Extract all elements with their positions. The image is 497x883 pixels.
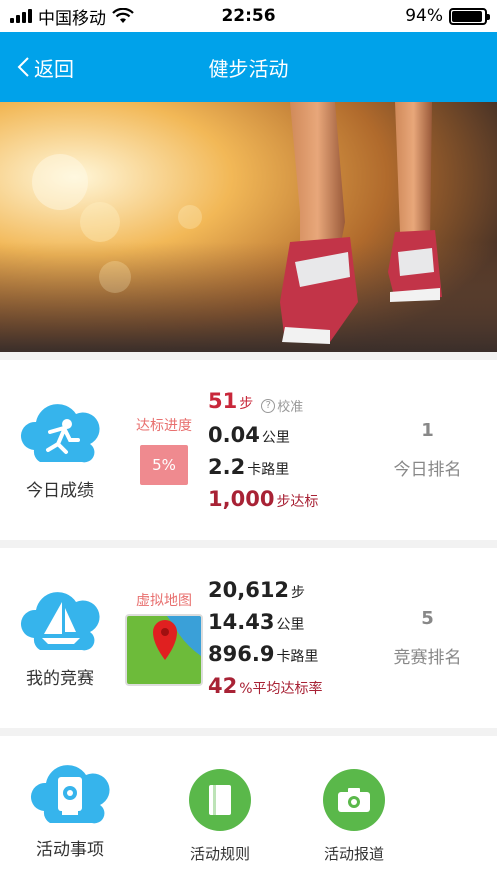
help-icon: ? [261,398,276,413]
activity-report-button[interactable]: 活动报道 [294,761,414,864]
map-col[interactable]: 虚拟地图 [120,590,208,686]
status-time: 22:56 [221,6,276,26]
activity-items-label: 活动事项 [36,839,104,860]
battery-percent: 94% [405,6,443,26]
today-goal: 1,000 步达标 [208,487,319,511]
race-calories: 896.9 卡路里 [208,642,319,666]
calibrate-link[interactable]: ? 校准 [261,396,303,415]
today-rank-label: 今日排名 [393,460,462,480]
activity-rules-label: 活动规则 [189,844,250,863]
bottom-menu: 活动事项 活动规则 活动报道 [0,736,497,883]
battery-icon [449,7,490,25]
race-icon-col: 我的竞赛 [0,588,120,689]
race-label: 我的竞赛 [26,668,94,689]
page-title: 健步活动 [208,56,289,81]
today-stats: 51 步 ? 校准 0.04 公里 2.2 卡路里 1,000 步达标 [208,389,358,511]
today-rank: 1 今日排名 [358,420,497,480]
today-steps: 51 步 ? 校准 [208,389,304,415]
today-icon-col: 今日成绩 [0,400,120,501]
hero-banner-image [0,102,497,352]
document-icon [189,768,251,831]
camera-icon [323,768,385,831]
today-distance: 0.04 公里 [208,423,290,447]
today-rank-number: 1 [421,420,434,441]
race-rank-number: 5 [421,608,434,629]
runner-icon [20,400,100,470]
race-rank-label: 竞赛排名 [393,648,462,668]
status-right: 94% [405,6,490,26]
back-label: 返回 [34,56,74,81]
race-card[interactable]: 我的竞赛 虚拟地图 20,612 步 14.43 公里 896.9 卡路里 42 %平均… [0,548,497,728]
status-left: 中国移动 [10,4,134,29]
sailboat-icon [20,588,100,658]
today-card[interactable]: 今日成绩 达标进度 5% 51 步 ? 校准 0.04 公里 2.2 卡路里 1,00… [0,360,497,540]
activity-report-label: 活动报道 [323,844,384,863]
activity-rules-button[interactable]: 活动规则 [160,761,280,864]
camera-cloud-icon [30,761,110,831]
status-bar: 中国移动 22:56 94% [0,0,497,32]
carrier-text: 中国移动 [38,8,106,29]
virtual-map-thumbnail[interactable] [125,614,203,686]
today-calories: 2.2 卡路里 [208,455,290,479]
nav-bar: 返回 健步活动 [0,32,497,102]
race-steps: 20,612 步 [208,578,306,602]
chevron-left-icon [17,57,29,77]
wifi-icon [112,8,134,23]
back-button[interactable]: 返回 [0,53,74,82]
race-rate: 42 %平均达标率 [208,674,323,698]
signal-icon [10,9,32,23]
race-rank: 5 竞赛排名 [358,608,497,668]
race-stats: 20,612 步 14.43 公里 896.9 卡路里 42 %平均达标率 [208,578,358,698]
activity-items-button[interactable]: 活动事项 [10,761,130,860]
map-label: 虚拟地图 [136,593,192,609]
progress-badge: 5% [140,445,188,485]
progress-label: 达标进度 [136,418,192,434]
race-distance: 14.43 公里 [208,610,305,634]
progress-col: 达标进度 5% [120,415,208,485]
today-label: 今日成绩 [26,480,94,501]
